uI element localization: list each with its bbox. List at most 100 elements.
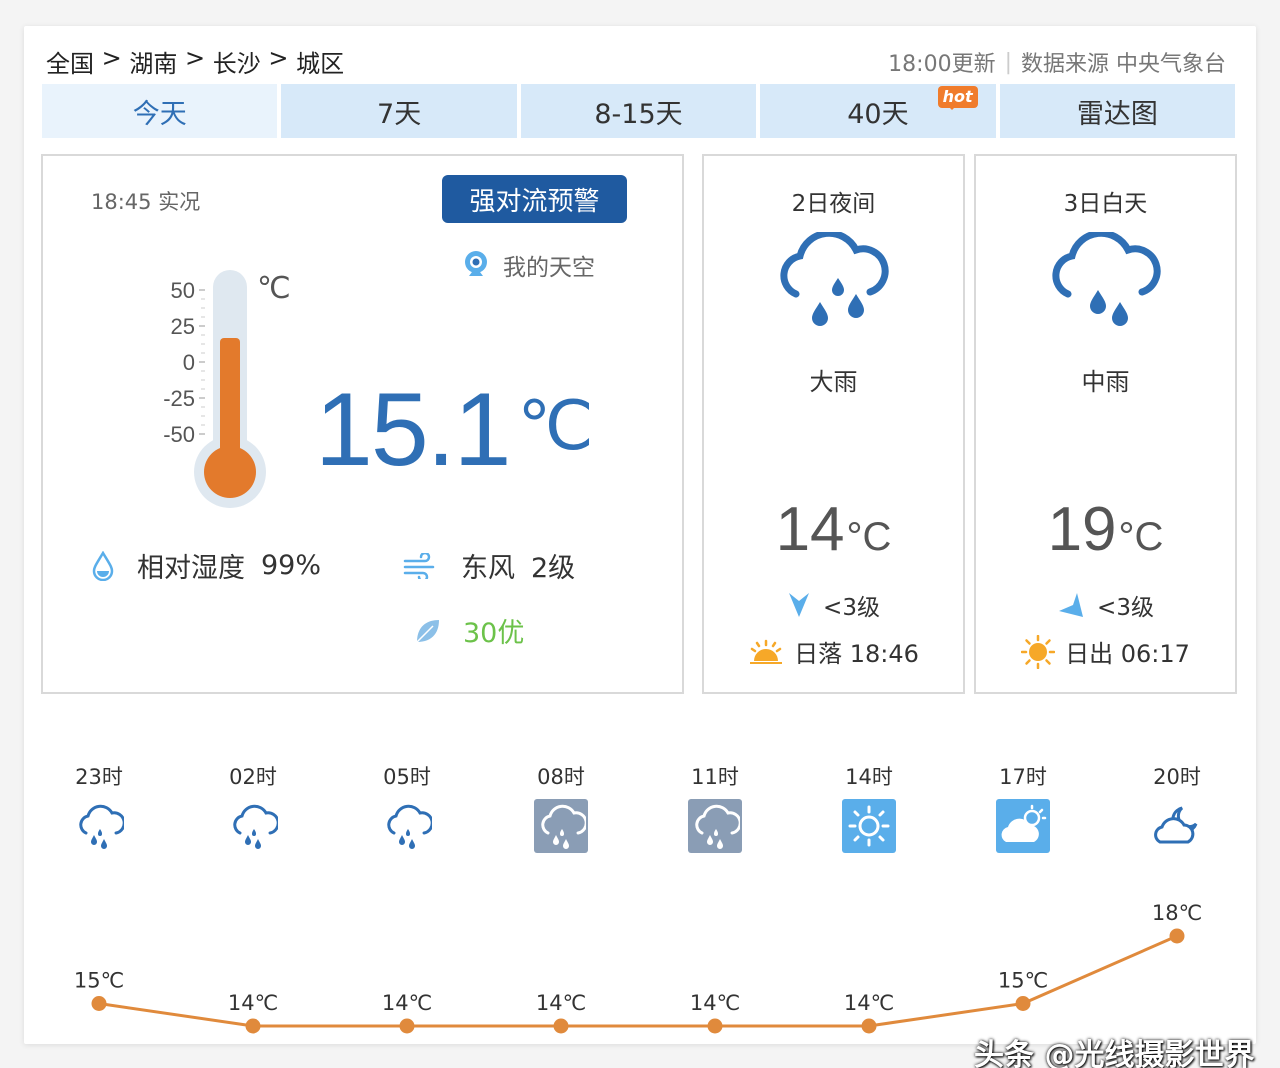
current-temperature: 15.1 ℃ — [315, 371, 594, 490]
divider: | — [1004, 49, 1012, 75]
breadcrumb-district: 城区 — [296, 50, 345, 78]
wind-icon — [403, 552, 435, 579]
hour-label: 08时 — [537, 765, 585, 789]
tab-radar[interactable]: 雷达图 — [999, 84, 1236, 138]
temperature-point — [861, 1018, 877, 1034]
breadcrumb-separator: > — [94, 44, 130, 72]
temperature-point — [553, 1018, 569, 1034]
severe-convection-alert-button[interactable]: 强对流预警 — [442, 175, 627, 223]
camera-icon — [465, 251, 487, 276]
temperature-point — [707, 1018, 723, 1034]
hour-label: 11时 — [691, 765, 739, 789]
thermo-tick: 25 — [171, 314, 195, 339]
wind-level: <3级 — [823, 595, 880, 621]
temperature-label: 15℃ — [74, 969, 124, 993]
rain-icon — [534, 799, 588, 853]
heavy-rain-icon — [780, 232, 889, 326]
forecast-panel-tomorrow: 3日白天 中雨 19 °C <3级 日出 06:17 — [974, 154, 1237, 694]
cloudy-night-icon — [1150, 799, 1204, 853]
temp-value: 19 — [1047, 495, 1117, 564]
tab-7-days[interactable]: 7天 — [281, 84, 517, 138]
forecast-tabs: 今天 7天 8-15天 40天 hot 雷达图 — [42, 84, 1236, 138]
thermo-tick: -25 — [163, 386, 195, 411]
temperature-curve-chart: 15℃ 14℃ 14℃ 14℃ 14℃ 14℃ 15℃ 18℃ — [74, 901, 1202, 1034]
temperature-label: 14℃ — [382, 991, 432, 1015]
sunrise-time: 日出 06:17 — [1065, 640, 1190, 668]
forecast-wind: <3级 — [976, 588, 1235, 622]
hot-badge: hot — [937, 86, 978, 110]
breadcrumb-separator: > — [260, 44, 297, 72]
temperature-label: 15℃ — [998, 969, 1048, 993]
breadcrumb-city[interactable]: 长沙 — [213, 44, 261, 79]
wind-level: 2级 — [531, 553, 576, 584]
wind-direction-arrow-icon — [1059, 593, 1084, 617]
temperature-label: 14℃ — [844, 991, 894, 1015]
wind-direction: 东风 — [461, 553, 515, 584]
hour-label: 14时 — [845, 765, 893, 789]
hour-column: 08时 — [521, 761, 601, 853]
humidity-label: 相对湿度 — [137, 553, 245, 584]
wind-direction-arrow-icon — [789, 593, 810, 617]
temperature-point — [1015, 996, 1031, 1011]
forecast-description: 大雨 — [809, 368, 858, 396]
tab-label: 今天 — [132, 98, 187, 130]
watermark: 头条 @光线摄影世界 — [974, 1038, 1255, 1068]
hour-column: 02时 — [213, 761, 293, 853]
aqi-value: 30优 — [463, 618, 525, 649]
my-sky-link[interactable]: 我的天空 — [463, 248, 595, 282]
my-sky-label: 我的天空 — [503, 255, 595, 281]
hour-column: 05时 — [367, 761, 447, 853]
tab-label: 7天 — [377, 98, 422, 130]
tab-label: 雷达图 — [1076, 98, 1158, 130]
temperature-unit: ℃ — [517, 388, 594, 464]
air-quality[interactable]: 30优 — [413, 611, 524, 650]
weather-card: 全国 > 湖南 > 长沙 > 城区 18:00更新 | 数据来源 中央气象台 今… — [24, 26, 1256, 1068]
rain-icon — [380, 799, 434, 853]
tab-40-days[interactable]: 40天 hot — [760, 84, 996, 138]
rain-icon — [72, 799, 126, 853]
temperature-point — [91, 996, 107, 1011]
humidity-value: 99% — [261, 550, 322, 581]
humidity: 相对湿度 99% — [91, 546, 321, 585]
sunny-icon — [842, 799, 896, 853]
sunset-icon — [750, 639, 783, 664]
temp-value: 14 — [775, 495, 845, 564]
thermometer-gauge: 50 25 0 -25 -50 ℃ — [153, 264, 303, 509]
temperature-label: 18℃ — [1152, 901, 1202, 925]
wind-level: <3级 — [1097, 595, 1154, 621]
hour-column: 20时 — [1137, 761, 1217, 853]
hour-label: 17时 — [999, 765, 1047, 789]
temp-unit: °C — [1118, 515, 1164, 559]
hour-label: 23时 — [75, 765, 123, 789]
rain-icon — [226, 799, 280, 853]
breadcrumb-province[interactable]: 湖南 — [129, 44, 177, 79]
thermo-tick: 50 — [171, 278, 195, 303]
forecast-title: 3日白天 — [1063, 191, 1148, 217]
data-source: 数据来源 中央气象台 — [1021, 52, 1226, 77]
tab-8-15-days[interactable]: 8-15天 — [520, 84, 757, 138]
update-info: 18:00更新 | 数据来源 中央气象台 — [888, 46, 1226, 78]
thermo-tick: -50 — [163, 422, 195, 447]
update-time: 18:00更新 — [888, 52, 996, 77]
current-conditions-panel: 18:45 实况 强对流预警 我的天空 50 25 0 -25 -50 ℃ 15… — [41, 154, 684, 694]
breadcrumb-separator: > — [177, 44, 213, 72]
sunset-info: 日落 18:46 — [704, 634, 963, 669]
hour-label: 02时 — [229, 765, 277, 789]
tab-today[interactable]: 今天 — [42, 84, 278, 138]
hour-column: 17时 — [983, 761, 1063, 853]
temperature-point — [1169, 928, 1185, 944]
leaf-icon — [416, 619, 439, 643]
forecast-temperature: 19 °C — [976, 494, 1235, 565]
partly-cloudy-icon — [996, 799, 1050, 853]
breadcrumb: 全国 > 湖南 > 长沙 > 城区 — [46, 44, 344, 79]
sunrise-icon — [1021, 634, 1056, 669]
temperature-label: 14℃ — [228, 991, 278, 1015]
hour-column: 14时 — [829, 761, 909, 853]
moderate-rain-icon — [1052, 232, 1161, 326]
water-drop-icon — [92, 550, 114, 581]
hour-label: 20时 — [1153, 765, 1201, 789]
forecast-description: 中雨 — [1081, 368, 1130, 396]
thermo-unit: ℃ — [257, 271, 291, 306]
breadcrumb-country[interactable]: 全国 — [46, 44, 94, 79]
tab-label: 40天 — [847, 98, 909, 130]
